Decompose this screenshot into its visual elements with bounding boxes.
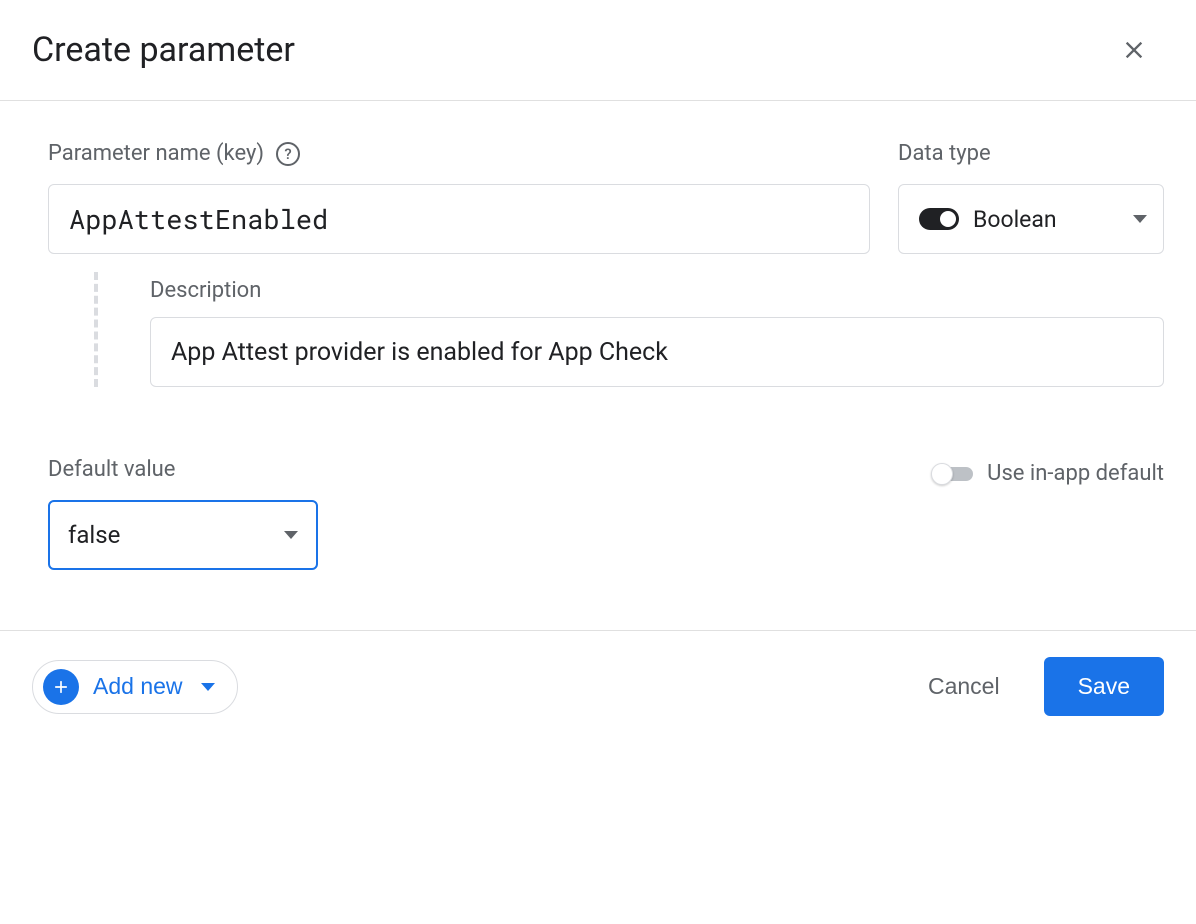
- add-new-label: Add new: [93, 673, 183, 700]
- create-parameter-dialog: Create parameter Parameter name (key) ? …: [0, 0, 1196, 742]
- dialog-title: Create parameter: [32, 30, 295, 70]
- help-icon[interactable]: ?: [276, 142, 300, 166]
- chevron-down-icon: [284, 531, 298, 539]
- tree-connector: [48, 272, 150, 387]
- data-type-select[interactable]: Boolean: [898, 184, 1164, 254]
- default-value-field-group: Default value false: [48, 457, 318, 570]
- data-type-field-group: Data type Boolean: [898, 141, 1164, 254]
- chevron-down-icon: [201, 683, 215, 691]
- default-value-row: Default value false Use in-app default: [48, 457, 1164, 570]
- parameter-name-label: Parameter name (key) ?: [48, 141, 870, 166]
- footer-actions: Cancel Save: [912, 657, 1164, 716]
- boolean-type-icon: [919, 208, 959, 230]
- use-inapp-default-label: Use in-app default: [987, 461, 1164, 486]
- use-inapp-default-group: Use in-app default: [931, 461, 1164, 486]
- use-inapp-default-toggle[interactable]: [931, 463, 973, 485]
- chevron-down-icon: [1133, 215, 1147, 223]
- name-type-row: Parameter name (key) ? Data type Boolean: [48, 141, 1164, 254]
- default-value-label: Default value: [48, 457, 318, 482]
- parameter-name-input[interactable]: [48, 184, 870, 254]
- parameter-name-label-text: Parameter name (key): [48, 141, 264, 166]
- close-button[interactable]: [1112, 28, 1156, 72]
- default-value-select[interactable]: false: [48, 500, 318, 570]
- dialog-body: Parameter name (key) ? Data type Boolean…: [0, 101, 1196, 630]
- plus-icon: [43, 669, 79, 705]
- dialog-footer: Add new Cancel Save: [0, 630, 1196, 742]
- data-type-selected-value: Boolean: [973, 206, 1119, 233]
- description-block: Description: [48, 272, 1164, 387]
- close-icon: [1120, 36, 1148, 64]
- data-type-label: Data type: [898, 141, 1164, 166]
- dialog-header: Create parameter: [0, 0, 1196, 101]
- parameter-name-field-group: Parameter name (key) ?: [48, 141, 870, 254]
- description-field-group: Description: [150, 272, 1164, 387]
- cancel-button[interactable]: Cancel: [912, 663, 1016, 710]
- description-label: Description: [150, 278, 1164, 303]
- description-input[interactable]: [150, 317, 1164, 387]
- default-value-selected: false: [68, 521, 284, 549]
- add-new-button[interactable]: Add new: [32, 660, 238, 714]
- save-button[interactable]: Save: [1044, 657, 1164, 716]
